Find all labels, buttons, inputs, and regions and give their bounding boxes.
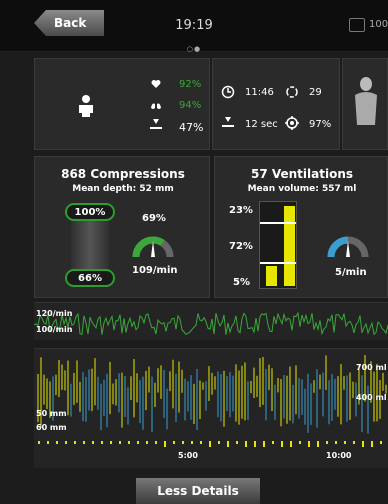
app-screen: Back 19:19 100 ○● 92% 94% 47% 11:46 29 1…	[0, 0, 388, 504]
volume-label-400: 400 ml	[356, 393, 387, 402]
timeline-tick	[245, 441, 247, 447]
timeline-tick	[308, 441, 310, 447]
compressions-title: 868 Compressions	[61, 167, 185, 181]
lungs-pct: 94%	[179, 100, 202, 111]
timeline-tick	[236, 441, 238, 444]
timeline-tick	[326, 441, 328, 444]
timeline-tick	[110, 441, 112, 444]
hand-compression-icon	[150, 119, 162, 129]
volume-label-700: 700 ml	[356, 363, 387, 372]
manikin-icon	[355, 77, 377, 125]
heart-icon	[151, 80, 161, 88]
vent-bar-line-1	[260, 222, 296, 224]
timeline-tick	[101, 441, 103, 444]
timeline-tick	[155, 441, 157, 444]
timeline-tick	[209, 441, 211, 447]
summary-panel-left: 92% 94% 47%	[34, 58, 210, 150]
timeline-tick	[218, 441, 220, 444]
less-details-button[interactable]: Less Details	[136, 478, 260, 504]
depth-bottom-pill: 66%	[65, 269, 115, 287]
vent-bar-line-2	[260, 262, 296, 264]
timeline-tick	[146, 441, 148, 444]
timeline-tick	[47, 441, 49, 444]
person-icon	[79, 95, 93, 117]
timeline-tick	[380, 441, 382, 444]
compressions-subtitle: Mean depth: 52 mm	[72, 184, 174, 194]
timeline-tick	[92, 441, 94, 444]
timeline-tick	[281, 441, 283, 447]
compression-gauge	[132, 236, 174, 258]
timeline-tick	[335, 441, 337, 444]
clock-time-value: 11:46	[245, 87, 274, 98]
timeline-tick	[344, 441, 346, 444]
timeline-tick	[317, 441, 319, 447]
timeline-tick	[254, 441, 256, 447]
timeline-tick	[353, 441, 355, 444]
depth-top-pill: 100%	[65, 203, 115, 221]
timeline-tick	[119, 441, 121, 444]
compressions-panel: 868 Compressions Mean depth: 52 mm 100% …	[34, 156, 210, 298]
rate-trace	[34, 311, 388, 336]
vent-bar-tall	[284, 206, 295, 286]
page-indicator: ○●	[186, 45, 202, 53]
rate-chart: 120/min 100/min	[34, 302, 388, 340]
lungs-icon	[151, 100, 161, 109]
timeline-tick	[299, 441, 301, 444]
compression-gauge-pct: 69%	[142, 213, 166, 224]
timeline-tick	[128, 441, 130, 444]
summary-panel-mid: 11:46 29 12 sec 97%	[212, 58, 340, 150]
ventilations-title: 57 Ventilations	[250, 167, 354, 181]
vent-bar-label-mid: 72%	[229, 241, 253, 252]
heart-pct: 92%	[179, 79, 202, 90]
timeline-tick	[200, 441, 202, 444]
timeline-tick	[362, 441, 364, 447]
vent-bar-frame	[259, 201, 297, 289]
x-tick-10min: 10:00	[326, 451, 352, 460]
depth-cylinder	[71, 213, 109, 273]
rate-label-100: 100/min	[36, 325, 73, 334]
depth-label-60: 60 mm	[36, 423, 67, 432]
timeline-tick	[164, 441, 166, 447]
battery-label: 100	[369, 19, 388, 30]
pause-time: 12 sec	[245, 119, 278, 130]
timeline-tick	[227, 441, 229, 447]
timeline-tick	[173, 441, 175, 444]
x-tick-5min: 5:00	[178, 451, 198, 460]
top-bar: Back 19:19 100 ○●	[0, 0, 388, 53]
ventilation-gauge	[327, 236, 369, 258]
target-pct: 97%	[309, 119, 332, 130]
timeline-tick	[83, 441, 85, 444]
clock-time: 19:19	[175, 18, 213, 33]
depth-volume-chart: 50 mm 60 mm 700 ml 400 ml 5:00 10:00	[34, 348, 388, 468]
timeline-tick	[56, 441, 58, 444]
cycle-count: 29	[309, 87, 322, 98]
ventilation-rate: 5/min	[335, 267, 367, 278]
stopwatch-icon	[221, 85, 235, 99]
timeline-tick	[263, 441, 265, 447]
timeline-tick	[137, 441, 139, 444]
timeline-tick	[65, 441, 67, 444]
hand-pct: 47%	[179, 121, 204, 134]
timeline-tick	[272, 441, 274, 444]
ventilations-panel: 57 Ventilations Mean volume: 557 ml 23% …	[214, 156, 388, 298]
timeline-tick	[371, 441, 373, 447]
summary-panel-right	[342, 58, 388, 150]
vent-bar-label-top: 23%	[229, 205, 253, 216]
compression-rate: 109/min	[132, 265, 178, 276]
rate-waveform	[34, 311, 388, 336]
cycle-icon	[286, 86, 298, 98]
timeline-tick	[182, 441, 184, 444]
depth-label-50: 50 mm	[36, 409, 67, 418]
timeline-tick	[38, 441, 40, 444]
rate-label-120: 120/min	[36, 309, 73, 318]
ventilations-subtitle: Mean volume: 557 ml	[247, 184, 357, 194]
timeline-tick	[290, 441, 292, 447]
pause-icon	[222, 117, 234, 127]
timeline-tick	[191, 441, 193, 444]
target-icon	[285, 116, 299, 130]
vent-bar-short	[266, 266, 277, 286]
battery-icon	[349, 18, 365, 32]
timeline-tick	[74, 441, 76, 444]
vent-bar-label-bottom: 5%	[233, 277, 250, 288]
